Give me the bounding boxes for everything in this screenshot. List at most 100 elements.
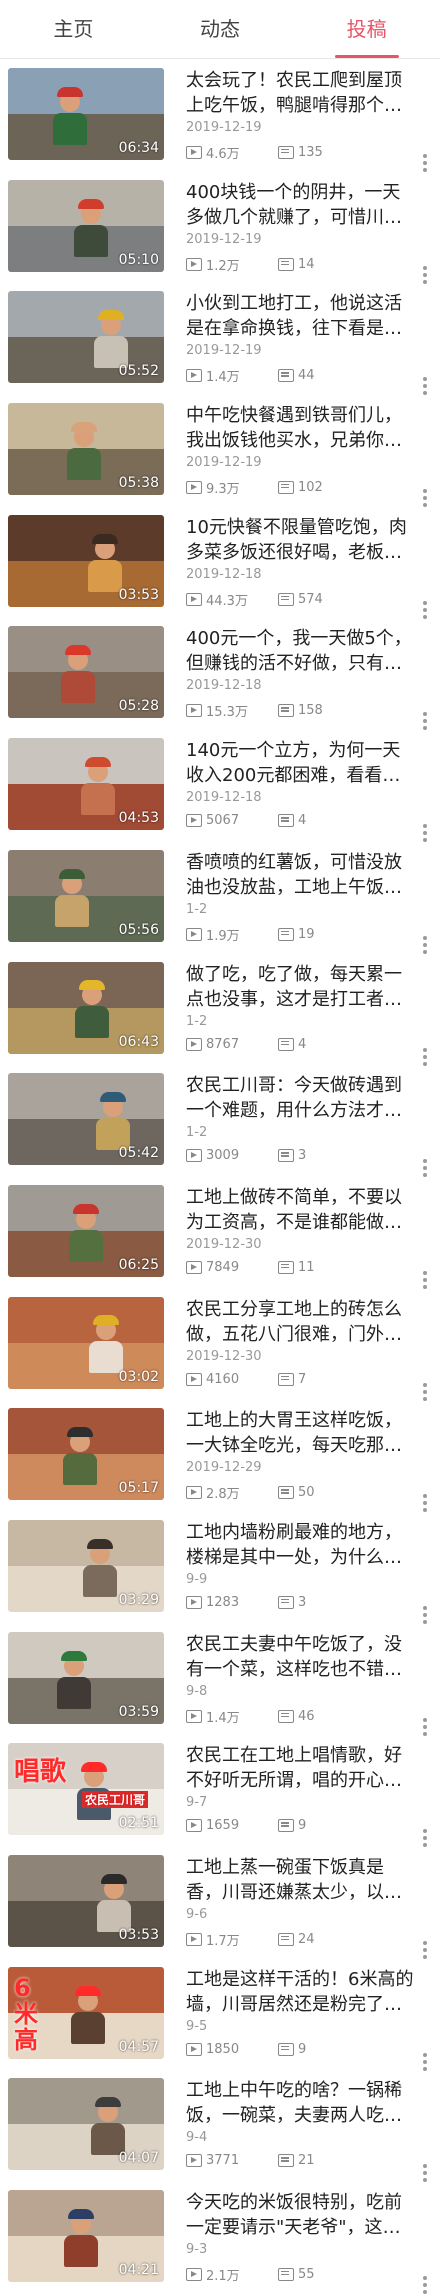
view-count-value: 2.1万: [206, 2269, 240, 2285]
video-title[interactable]: 工地内墙粉刷最难的地方，楼梯是其中一处，为什么会这么难？: [186, 1520, 414, 1570]
video-thumbnail[interactable]: 6米高 04:57: [8, 1966, 164, 2059]
video-thumbnail[interactable]: 05:42: [8, 1073, 164, 1166]
video-date: 2019-12-18: [186, 790, 262, 806]
video-list-item[interactable]: 6米高 04:57 工地是这样干活的！6米高的墙，川哥居然还是粉完了，厉... …: [8, 1958, 432, 2071]
video-list-item[interactable]: 06:25 工地上做砖不简单，不要以为工资高，不是谁都能做得下这个活 2019-…: [8, 1176, 432, 1289]
video-title[interactable]: 400元一个，我一天做5个，但赚钱的活不好做，只有蹲进里面去: [186, 626, 414, 676]
video-list-item[interactable]: 04:07 工地上中午吃的啥？一锅稀饭，一碗菜，夫妻两人吃饭乐趣多 9-4 37…: [8, 2069, 432, 2183]
video-list-item[interactable]: 03:53 工地上蒸一碗蛋下饭真是香，川哥还嫌蒸太少，以后可以这样... 9-6…: [8, 1846, 432, 1959]
video-title[interactable]: 农民工夫妻中午吃饭了，没有一个菜，这样吃也不错，平凡又...: [186, 1632, 414, 1682]
video-thumbnail[interactable]: 05:28: [8, 626, 164, 719]
comment-count-value: 4: [298, 813, 307, 829]
view-count: 7849: [186, 1260, 278, 1275]
video-thumbnail[interactable]: 03:29: [8, 1519, 164, 1612]
video-thumbnail[interactable]: 06:25: [8, 1184, 164, 1277]
video-list-item[interactable]: 05:38 中午吃快餐遇到铁哥们儿，我出饭钱他买水，兄弟你情我义 2019-12…: [8, 394, 432, 508]
play-count-icon: [186, 1595, 202, 1609]
video-thumbnail[interactable]: 05:17: [8, 1408, 164, 1501]
video-duration: 06:34: [118, 140, 159, 156]
video-list-item[interactable]: 05:28 400元一个，我一天做5个，但赚钱的活不好做，只有蹲进里面去 201…: [8, 617, 432, 731]
tab-posts[interactable]: 投稿: [293, 0, 440, 58]
video-thumbnail[interactable]: 04:07: [8, 2078, 164, 2171]
view-count: 15.3万: [186, 701, 278, 720]
video-title[interactable]: 今天吃的米饭很特别，吃前一定要请示"天老爷"，这是为什么？: [186, 2190, 414, 2240]
comment-icon: [278, 1372, 294, 1386]
comment-count-value: 9: [298, 1818, 307, 1834]
video-duration: 05:10: [118, 251, 159, 268]
view-count-value: 1659: [206, 1818, 240, 1834]
tab-dynamics[interactable]: 动态: [147, 0, 294, 58]
view-count-value: 1.4万: [206, 370, 240, 386]
video-title[interactable]: 农民工川哥：今天做砖遇到一个难题，用什么方法才能解决呢: [186, 1073, 414, 1123]
video-title[interactable]: 工地是这样干活的！6米高的墙，川哥居然还是粉完了，厉...: [186, 1967, 414, 2017]
video-list-item[interactable]: 05:56 香喷喷的红薯饭，可惜没放油也没放盐，工地上午饭简单能吃饱 1-2 1…: [8, 841, 432, 954]
view-count-value: 3009: [206, 1148, 240, 1164]
video-duration: 05:56: [118, 921, 159, 938]
play-count-icon: [186, 369, 202, 383]
video-date: 9-5: [186, 2018, 208, 2034]
comment-count-value: 50: [298, 1485, 315, 1501]
more-options-icon[interactable]: [422, 2276, 428, 2296]
video-thumbnail[interactable]: 05:56: [8, 849, 164, 942]
video-list-item[interactable]: 03:53 10元快餐不限量管吃饱，肉多菜多饭还很好喝，老板不会亏吗？ 2019…: [8, 506, 432, 619]
video-thumbnail[interactable]: 04:53: [8, 738, 164, 831]
video-list-item[interactable]: 03:29 工地内墙粉刷最难的地方，楼梯是其中一处，为什么会这么难？ 9-9 1…: [8, 1511, 432, 1624]
video-title[interactable]: 工地上中午吃的啥？一锅稀饭，一碗菜，夫妻两人吃饭乐趣多: [186, 2078, 414, 2128]
video-title[interactable]: 400块钱一个的阴井，一天多做几个就赚了，可惜川哥人力有限: [186, 180, 414, 230]
view-count-value: 44.3万: [206, 593, 248, 609]
view-count-value: 7849: [206, 1259, 240, 1275]
video-thumbnail[interactable]: 03:59: [8, 1631, 164, 1724]
view-count-value: 4.6万: [206, 147, 240, 162]
video-title[interactable]: 农民工在工地上唱情歌，好不好听无所谓，唱的开心才是最重要: [186, 1743, 414, 1793]
view-count: 3009: [186, 1148, 278, 1163]
video-thumbnail[interactable]: 05:52: [8, 291, 164, 384]
video-list-item[interactable]: 05:17 工地上的大胃王这样吃饭，一大钵全吃光，每天吃那么多是为... 201…: [8, 1399, 432, 1513]
comment-count-value: 55: [298, 2267, 315, 2283]
video-date: 9-8: [186, 1683, 208, 1699]
video-title[interactable]: 中午吃快餐遇到铁哥们儿，我出饭钱他买水，兄弟你情我义: [186, 403, 414, 453]
video-thumbnail[interactable]: 06:43: [8, 961, 164, 1054]
video-title[interactable]: 香喷喷的红薯饭，可惜没放油也没放盐，工地上午饭简单能吃饱: [186, 850, 414, 900]
comment-count-value: 14: [298, 256, 315, 272]
video-list-item[interactable]: 06:34 太会玩了！农民工爬到屋顶上吃午饭，鸭腿啃得那个香，真能吃 2019-…: [8, 59, 432, 172]
video-list-item[interactable]: 03:02 农民工分享工地上的砖怎么做，五花八门很难，门外汉一点不懂 2019-…: [8, 1288, 432, 1401]
video-list-item[interactable]: 03:59 农民工夫妻中午吃饭了，没有一个菜，这样吃也不错，平凡又... 9-8…: [8, 1623, 432, 1736]
play-count-icon: [186, 1819, 202, 1833]
video-title[interactable]: 工地上的大胃王这样吃饭，一大钵全吃光，每天吃那么多是为...: [186, 1408, 414, 1458]
video-list-item[interactable]: 06:43 做了吃，吃了做，每天累一点也没事，这才是打工者的心里话 1-2 87…: [8, 953, 432, 1066]
view-count: 8767: [186, 1037, 278, 1052]
view-count: 4.6万: [186, 143, 278, 162]
video-thumbnail[interactable]: 04:21: [8, 2190, 164, 2283]
video-list-item[interactable]: 05:10 400块钱一个的阴井，一天多做几个就赚了，可惜川哥人力有限 2019…: [8, 171, 432, 284]
video-title[interactable]: 太会玩了！农民工爬到屋顶上吃午饭，鸭腿啃得那个香，真能吃: [186, 68, 414, 118]
video-duration: 05:17: [118, 1480, 159, 1497]
video-list-item[interactable]: 05:42 农民工川哥：今天做砖遇到一个难题，用什么方法才能解决呢 1-2 30…: [8, 1064, 432, 1178]
view-count: 1.4万: [186, 1707, 278, 1726]
comment-icon: [278, 2042, 294, 2056]
video-thumbnail[interactable]: 唱歌 农民工川哥 02:51: [8, 1743, 164, 1836]
video-thumbnail[interactable]: 06:34: [8, 68, 164, 160]
video-list-item[interactable]: 05:52 小伙到工地打工，他说这活是在拿命换钱，往下看是万丈深渊 2019-1…: [8, 282, 432, 396]
comment-count-value: 4: [298, 1036, 307, 1052]
video-title[interactable]: 140元一个立方，为何一天收入200元都困难，看看川哥做什么...: [186, 738, 414, 788]
play-count-icon: [186, 257, 202, 271]
view-count: 1.7万: [186, 1930, 278, 1949]
video-list-item[interactable]: 04:21 今天吃的米饭很特别，吃前一定要请示"天老爷"，这是为什么？ 9-3 …: [8, 2181, 432, 2296]
video-title[interactable]: 做了吃，吃了做，每天累一点也没事，这才是打工者的心里话: [186, 962, 414, 1012]
video-title[interactable]: 农民工分享工地上的砖怎么做，五花八门很难，门外汉一点不懂: [186, 1297, 414, 1347]
video-title[interactable]: 工地上做砖不简单，不要以为工资高，不是谁都能做得下这个活: [186, 1185, 414, 1235]
video-thumbnail[interactable]: 03:02: [8, 1296, 164, 1389]
video-title[interactable]: 10元快餐不限量管吃饱，肉多菜多饭还很好喝，老板不会亏吗？: [186, 515, 414, 565]
video-thumbnail[interactable]: 03:53: [8, 514, 164, 607]
video-thumbnail[interactable]: 03:53: [8, 1855, 164, 1947]
video-thumbnail[interactable]: 05:10: [8, 179, 164, 272]
video-title[interactable]: 工地上蒸一碗蛋下饭真是香，川哥还嫌蒸太少，以后可以这样...: [186, 1855, 414, 1905]
video-thumbnail[interactable]: 05:38: [8, 403, 164, 496]
video-list-item[interactable]: 04:53 140元一个立方，为何一天收入200元都困难，看看川哥做什么... …: [8, 729, 432, 843]
tab-home[interactable]: 主页: [0, 0, 147, 58]
view-count-value: 1.9万: [206, 928, 240, 944]
comment-count-value: 21: [298, 2153, 315, 2169]
video-title[interactable]: 小伙到工地打工，他说这活是在拿命换钱，往下看是万丈深渊: [186, 291, 414, 341]
comment-icon: [278, 592, 294, 606]
video-list-item[interactable]: 唱歌农民工川哥 02:51 农民工在工地上唱情歌，好不好听无所谓，唱的开心才是最…: [8, 1734, 432, 1848]
